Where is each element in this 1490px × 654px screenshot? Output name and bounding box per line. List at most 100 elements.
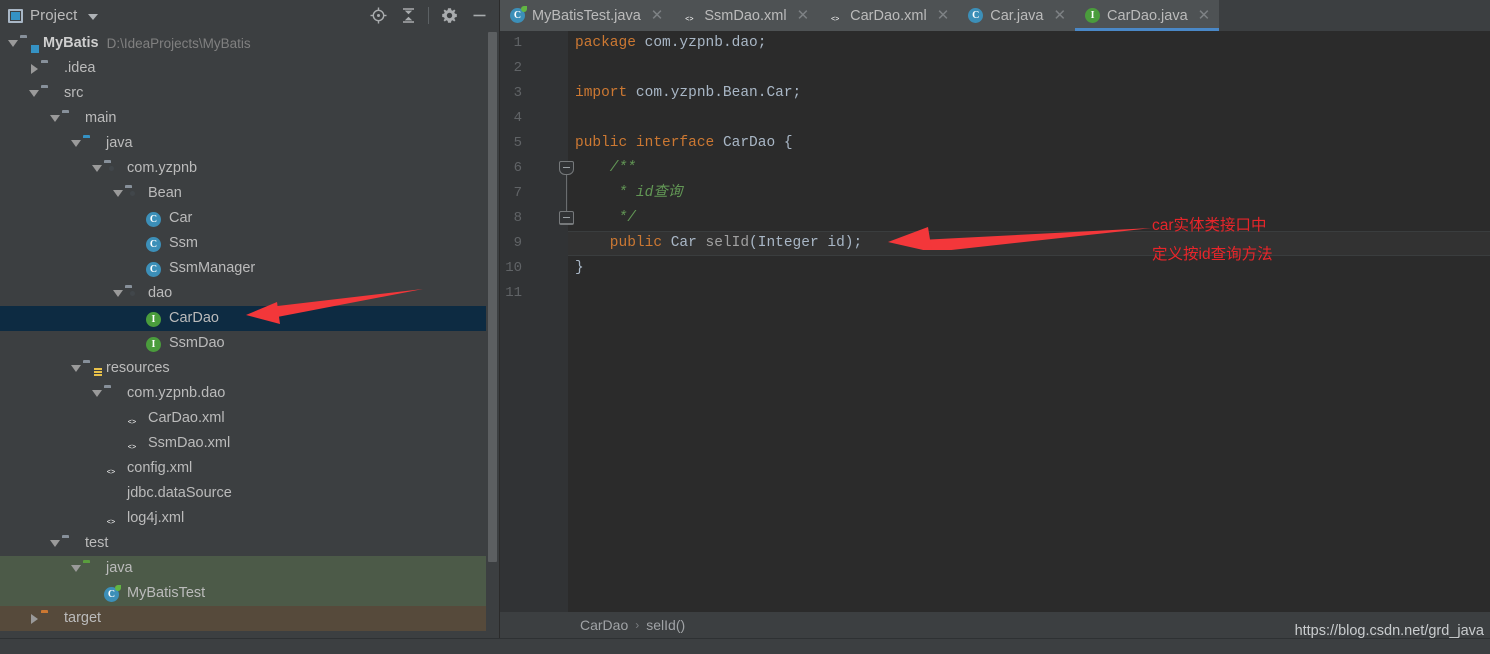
code-token: interface: [635, 135, 723, 151]
tree-node-label: CarDao: [169, 310, 219, 327]
resources-folder-icon: [83, 361, 101, 377]
tree-node-ssmmanager[interactable]: C SsmManager: [0, 256, 486, 281]
tree-node-com-yzpnb-dao[interactable]: com.yzpnb.dao: [0, 381, 486, 406]
tree-node-ssmdao[interactable]: I SsmDao: [0, 331, 486, 356]
close-icon[interactable]: ✕: [1053, 8, 1066, 23]
collapse-all-icon[interactable]: [393, 3, 423, 29]
tree-node-dao[interactable]: dao: [0, 281, 486, 306]
close-icon[interactable]: ✕: [651, 8, 664, 23]
code-line-7[interactable]: * id查询: [575, 181, 683, 206]
tree-node-label: main: [85, 110, 117, 127]
chevron-down-icon[interactable]: [90, 165, 104, 172]
chevron-down-icon[interactable]: [88, 13, 99, 20]
editor-tab-car-java[interactable]: C Car.java ✕: [958, 0, 1076, 31]
code-token: Integer id: [757, 235, 845, 251]
tree-node-jdbc-datasource[interactable]: jdbc.dataSource: [0, 481, 486, 506]
locate-icon[interactable]: [363, 3, 393, 29]
chevron-down-icon[interactable]: [48, 540, 62, 547]
project-icon: [8, 8, 23, 23]
tree-node-java[interactable]: java: [0, 131, 486, 156]
folder-icon: [104, 386, 122, 402]
chevron-down-icon[interactable]: [111, 290, 125, 297]
tree-node-ssm[interactable]: C Ssm: [0, 231, 486, 256]
test-class-icon: C: [104, 584, 122, 602]
excluded-folder-icon: [41, 611, 59, 627]
code-editor[interactable]: package com.yzpnb.dao; import com.yzpnb.B…: [568, 31, 1490, 623]
tree-node-ssmdao-xml[interactable]: <> SsmDao.xml: [0, 431, 486, 456]
code-token: (: [749, 235, 758, 251]
fold-collapse-icon[interactable]: [559, 161, 574, 175]
tree-node-com-yzpnb[interactable]: com.yzpnb: [0, 156, 486, 181]
project-path: D:\IdeaProjects\MyBatis: [106, 36, 251, 51]
tree-node-label: target: [64, 610, 102, 627]
chevron-down-icon[interactable]: [48, 115, 62, 122]
code-line-8[interactable]: */: [575, 206, 636, 231]
code-line-9[interactable]: public Car selId(Integer id);: [575, 231, 862, 256]
line-number: 8: [513, 210, 522, 226]
tree-node-mybatistest[interactable]: C MyBatisTest: [0, 581, 486, 606]
watermark: https://blog.csdn.net/grd_java: [1294, 623, 1484, 639]
tree-node--idea[interactable]: .idea: [0, 56, 486, 81]
test-class-icon: C: [510, 5, 527, 24]
editor-tab-label: CarDao.xml: [850, 7, 927, 24]
chevron-down-icon[interactable]: [69, 565, 83, 572]
tree-node-label: resources: [106, 360, 170, 377]
chevron-right-icon[interactable]: [27, 63, 41, 74]
chevron-down-icon[interactable]: [69, 140, 83, 147]
tree-node-test[interactable]: test: [0, 531, 486, 556]
code-token: public: [575, 135, 636, 151]
code-line-5[interactable]: public interface CarDao {: [575, 131, 793, 156]
code-token: }: [575, 260, 584, 276]
breadcrumb-class[interactable]: CarDao: [580, 617, 628, 633]
source-folder-icon: [83, 136, 101, 152]
annotation-text: car实体类接口中 定义按id查询方法: [1152, 217, 1273, 263]
tree-node-config-xml[interactable]: <> config.xml: [0, 456, 486, 481]
chevron-down-icon[interactable]: [27, 90, 41, 97]
tree-node-log4j-xml[interactable]: <> log4j.xml: [0, 506, 486, 531]
tree-node-cardao-xml[interactable]: <> CarDao.xml: [0, 406, 486, 431]
project-view-selector[interactable]: Project: [0, 7, 99, 24]
project-tool-window: Project MyBatis D:\IdeaProjects\MyBatis …: [0, 0, 500, 654]
fold-end-icon[interactable]: [559, 211, 574, 225]
code-line-3[interactable]: import com.yzpnb.Bean.Car;: [575, 81, 801, 106]
code-token: selId: [705, 235, 750, 251]
chevron-down-icon[interactable]: [6, 40, 20, 47]
editor-tab-cardao-java[interactable]: I CarDao.java ✕: [1075, 0, 1220, 31]
code-token: com.yzpnb.dao;: [644, 35, 767, 51]
line-number: 9: [513, 235, 522, 251]
tree-node-java[interactable]: java: [0, 556, 486, 581]
code-token: /**: [575, 160, 636, 176]
tree-node-label: dao: [148, 285, 173, 302]
close-icon[interactable]: ✕: [937, 8, 950, 23]
tree-node-label: java: [106, 560, 133, 577]
editor-tab-ssmdao-xml[interactable]: <> SsmDao.xml ✕: [672, 0, 819, 31]
tree-node-resources[interactable]: resources: [0, 356, 486, 381]
chevron-down-icon[interactable]: [69, 365, 83, 372]
code-line-1[interactable]: package com.yzpnb.dao;: [575, 31, 766, 56]
tree-node-target[interactable]: target: [0, 606, 486, 631]
gear-icon[interactable]: [434, 3, 464, 29]
code-line-6[interactable]: /**: [575, 156, 636, 181]
tree-node-cardao[interactable]: I CarDao: [0, 306, 486, 331]
minimize-icon[interactable]: [464, 3, 494, 29]
tree-node-bean[interactable]: Bean: [0, 181, 486, 206]
chevron-down-icon[interactable]: [90, 390, 104, 397]
tree-node-car[interactable]: C Car: [0, 206, 486, 231]
chevron-right-icon[interactable]: [27, 613, 41, 624]
bottom-cut-row: [0, 645, 500, 654]
editor-tab-cardao-xml[interactable]: <> CarDao.xml ✕: [818, 0, 959, 31]
close-icon[interactable]: ✕: [797, 8, 810, 23]
project-tree[interactable]: MyBatis D:\IdeaProjects\MyBatis .idea src ma…: [0, 31, 500, 654]
close-icon[interactable]: ✕: [1198, 8, 1211, 23]
editor-gutter[interactable]: 1 2 3 4 5 6 7 8 9 10 11: [500, 31, 568, 623]
code-line-10[interactable]: }: [575, 256, 584, 281]
tree-node-main[interactable]: main: [0, 106, 486, 131]
tree-node-label: Bean: [148, 185, 182, 202]
chevron-down-icon[interactable]: [111, 190, 125, 197]
breadcrumb-method[interactable]: selId(): [646, 617, 685, 633]
tree-node-label: test: [85, 535, 109, 552]
tree-node-mybatis[interactable]: MyBatis D:\IdeaProjects\MyBatis: [0, 31, 486, 56]
xml-file-icon: <>: [127, 418, 137, 427]
tree-node-src[interactable]: src: [0, 81, 486, 106]
editor-tab-mybatistest-java[interactable]: C MyBatisTest.java ✕: [500, 0, 673, 31]
